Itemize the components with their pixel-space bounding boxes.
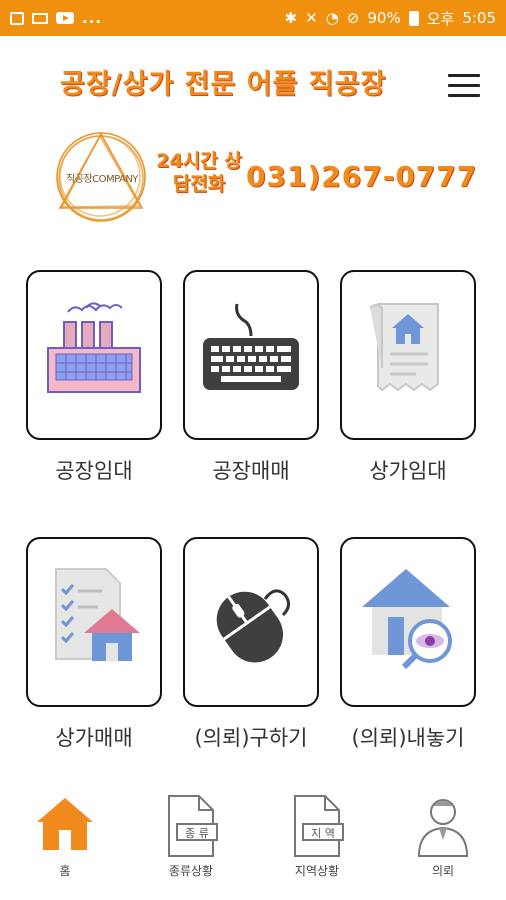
factory-icon — [47, 302, 141, 393]
nav-label-type-status: 종류상황 — [168, 864, 214, 878]
document-icon: 종 류 — [168, 795, 218, 857]
menu-bar-icon — [448, 74, 480, 77]
page-title: 공장/상가 전문 어플 직공장 — [60, 69, 387, 100]
wifi-icon: ◔ — [325, 8, 339, 27]
nav-home[interactable]: 홈 — [10, 790, 120, 890]
photo-notification-icon — [10, 11, 24, 25]
tile-store-sale[interactable] — [26, 537, 162, 707]
tile-label-factory-sale: 공장매매 — [212, 459, 290, 483]
youtube-notification-icon — [56, 12, 74, 24]
person-icon — [417, 799, 469, 857]
home-icon — [37, 798, 93, 850]
nav-request[interactable]: 의뢰 — [388, 790, 498, 890]
menu-bar-icon — [448, 84, 480, 87]
house-search-icon — [362, 569, 452, 670]
mouse-icon — [216, 589, 290, 663]
tile-label-request-find: (의뢰)구하기 — [194, 726, 308, 750]
nav-label-home: 홈 — [59, 864, 71, 878]
tile-label-store-lease: 상가임대 — [369, 459, 447, 483]
status-bar: ... ✱ ✕ ◔ ⊘ 90% 오후 5:05 — [0, 0, 506, 36]
logo-text: 직공장COMPANY — [66, 174, 138, 185]
tile-factory-lease[interactable] — [26, 270, 162, 440]
nav-type-status[interactable]: 종 류 종류상황 — [136, 790, 246, 890]
mute-icon: ✕ — [305, 8, 318, 27]
nav-label-request: 의뢰 — [431, 864, 455, 878]
do-not-disturb-icon: ⊘ — [346, 8, 360, 27]
keyboard-icon — [203, 303, 299, 390]
nav-region-status[interactable]: 지 역 지역상황 — [262, 790, 372, 890]
house-document-icon — [369, 303, 439, 392]
checklist-house-icon — [55, 568, 140, 661]
tile-request-offer[interactable] — [340, 537, 476, 707]
nav-badge-type: 종 류 — [185, 827, 209, 840]
mail-notification-icon — [32, 12, 48, 24]
document-icon: 지 역 — [294, 795, 344, 857]
nav-label-region-status: 지역상황 — [294, 864, 340, 878]
tile-store-lease[interactable] — [340, 270, 476, 440]
callout-label: 24시간 상담전화 — [156, 150, 242, 195]
tile-factory-sale[interactable] — [183, 270, 319, 440]
phone-number[interactable]: 031)267-0777 — [246, 160, 477, 193]
clock: 5:05 — [462, 9, 496, 27]
more-notifications: ... — [82, 9, 103, 27]
tile-label-request-offer: (의뢰)내놓기 — [351, 726, 465, 750]
bluetooth-icon: ✱ — [284, 8, 298, 27]
menu-button[interactable] — [446, 70, 482, 100]
battery-icon — [408, 10, 419, 26]
menu-bar-icon — [448, 94, 480, 97]
tile-request-find[interactable] — [183, 537, 319, 707]
time-prefix: 오후 — [426, 9, 455, 28]
tile-label-store-sale: 상가매매 — [55, 726, 133, 750]
battery-percent: 90% — [367, 9, 401, 27]
nav-badge-region: 지 역 — [311, 827, 335, 840]
tile-label-factory-lease: 공장임대 — [55, 459, 133, 483]
